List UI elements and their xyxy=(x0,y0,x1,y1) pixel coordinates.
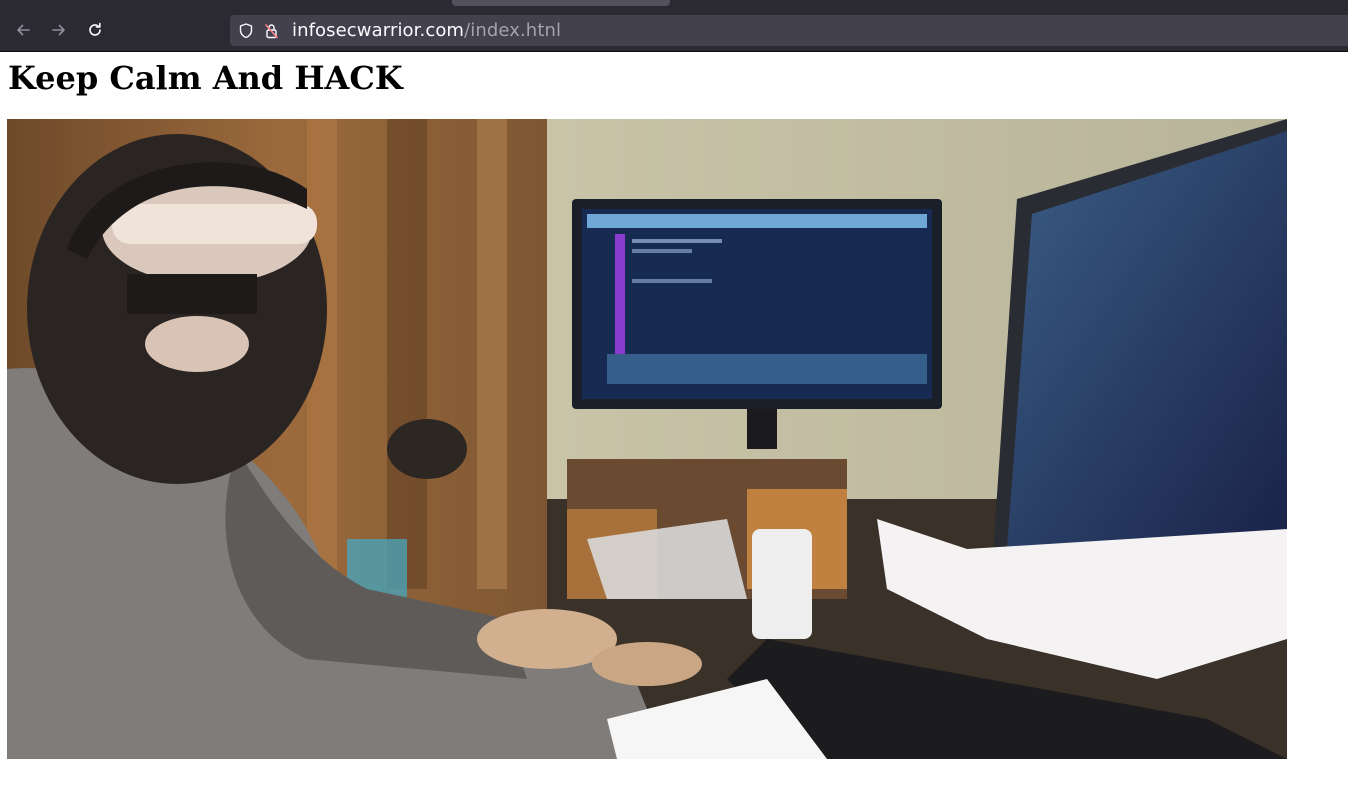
forward-arrow-icon[interactable] xyxy=(46,17,72,43)
hacker-image xyxy=(7,119,1287,759)
url-bar[interactable]: infosecwarrior.com/index.htnl xyxy=(230,15,1348,46)
browser-toolbar: infosecwarrior.com/index.htnl xyxy=(0,10,1348,52)
active-tab-indicator[interactable] xyxy=(452,0,670,6)
url-path: /index.htnl xyxy=(464,20,562,41)
back-arrow-icon[interactable] xyxy=(10,17,36,43)
shield-icon[interactable] xyxy=(237,22,255,40)
hacker-image-illustration xyxy=(7,119,1287,759)
url-host: infosecwarrior.com xyxy=(292,20,465,41)
reload-icon[interactable] xyxy=(82,17,108,43)
tab-strip xyxy=(0,0,1348,10)
page-title: Keep Calm And HACK xyxy=(8,59,403,97)
url-text[interactable]: infosecwarrior.com/index.htnl xyxy=(292,21,561,41)
lock-insecure-icon[interactable] xyxy=(263,22,281,40)
